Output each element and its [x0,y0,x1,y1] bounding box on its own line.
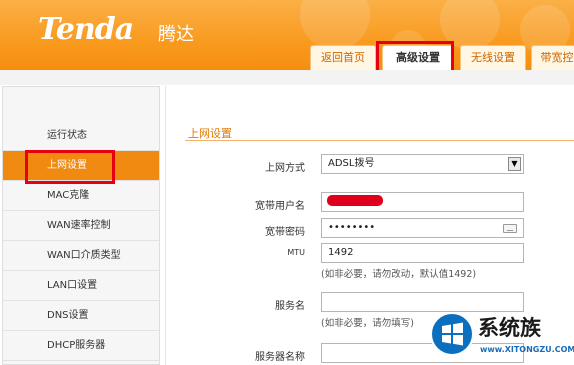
tab-wireless-settings[interactable]: 无线设置 [460,45,526,70]
service-name-label: 服务名 [275,301,305,312]
sidebar: 运行状态 上网设置 MAC克隆 WAN速率控制 WAN口介质类型 LAN口设置 … [2,86,160,365]
dropdown-arrow-icon[interactable]: ▼ [508,157,521,171]
service-name-hint: (如非必要，请勿填写) [321,318,414,329]
redaction-mark [327,195,383,206]
tenda-logo: Tenda [38,12,134,47]
header-divider-strip [0,70,574,85]
server-name-label: 服务器名称 [255,352,305,363]
connection-mode-select[interactable]: ADSL拨号 ▼ [321,154,524,174]
highlight-box-sidebar [25,150,115,184]
password-label: 宽带密码 [265,227,305,238]
windows-logo-icon [430,312,474,356]
connection-mode-label: 上网方式 [265,163,305,174]
sidebar-item-lan-settings[interactable]: LAN口设置 [3,271,159,301]
sidebar-item-dns-settings[interactable]: DNS设置 [3,301,159,331]
tab-bandwidth-control[interactable]: 带宽控 [531,45,574,70]
username-label: 宽带用户名 [255,201,305,212]
password-input[interactable]: •••••••• [321,218,524,238]
header-bar: Tenda 腾达 返回首页 高级设置 无线设置 带宽控 [0,0,574,70]
mtu-input[interactable]: 1492 [321,243,524,263]
sidebar-item-mac-clone[interactable]: MAC克隆 [3,181,159,211]
keyboard-icon [503,224,517,233]
connection-mode-value: ADSL拨号 [328,158,375,169]
mtu-hint: (如非必要，请勿改动，默认值1492) [321,269,477,280]
sidebar-item-dhcp-server[interactable]: DHCP服务器 [3,331,159,361]
service-name-input[interactable] [321,292,524,312]
mtu-label: MTU [287,248,305,257]
watermark-url: www.XITONGZU.COM [480,345,574,354]
brand-name-cn: 腾达 [158,24,194,45]
watermark: 系统族 www.XITONGZU.COM [430,310,574,365]
tab-home[interactable]: 返回首页 [310,45,376,70]
password-value: •••••••• [328,222,376,233]
decor-bubble [300,0,370,50]
section-divider [185,140,574,141]
sidebar-item-status[interactable]: 运行状态 [3,121,159,151]
watermark-text: 系统族 [478,316,541,340]
sidebar-item-wan-media-type[interactable]: WAN口介质类型 [3,241,159,271]
windows-flag-icon [442,322,463,346]
sidebar-item-wan-rate-control[interactable]: WAN速率控制 [3,211,159,241]
section-title: 上网设置 [188,127,232,140]
